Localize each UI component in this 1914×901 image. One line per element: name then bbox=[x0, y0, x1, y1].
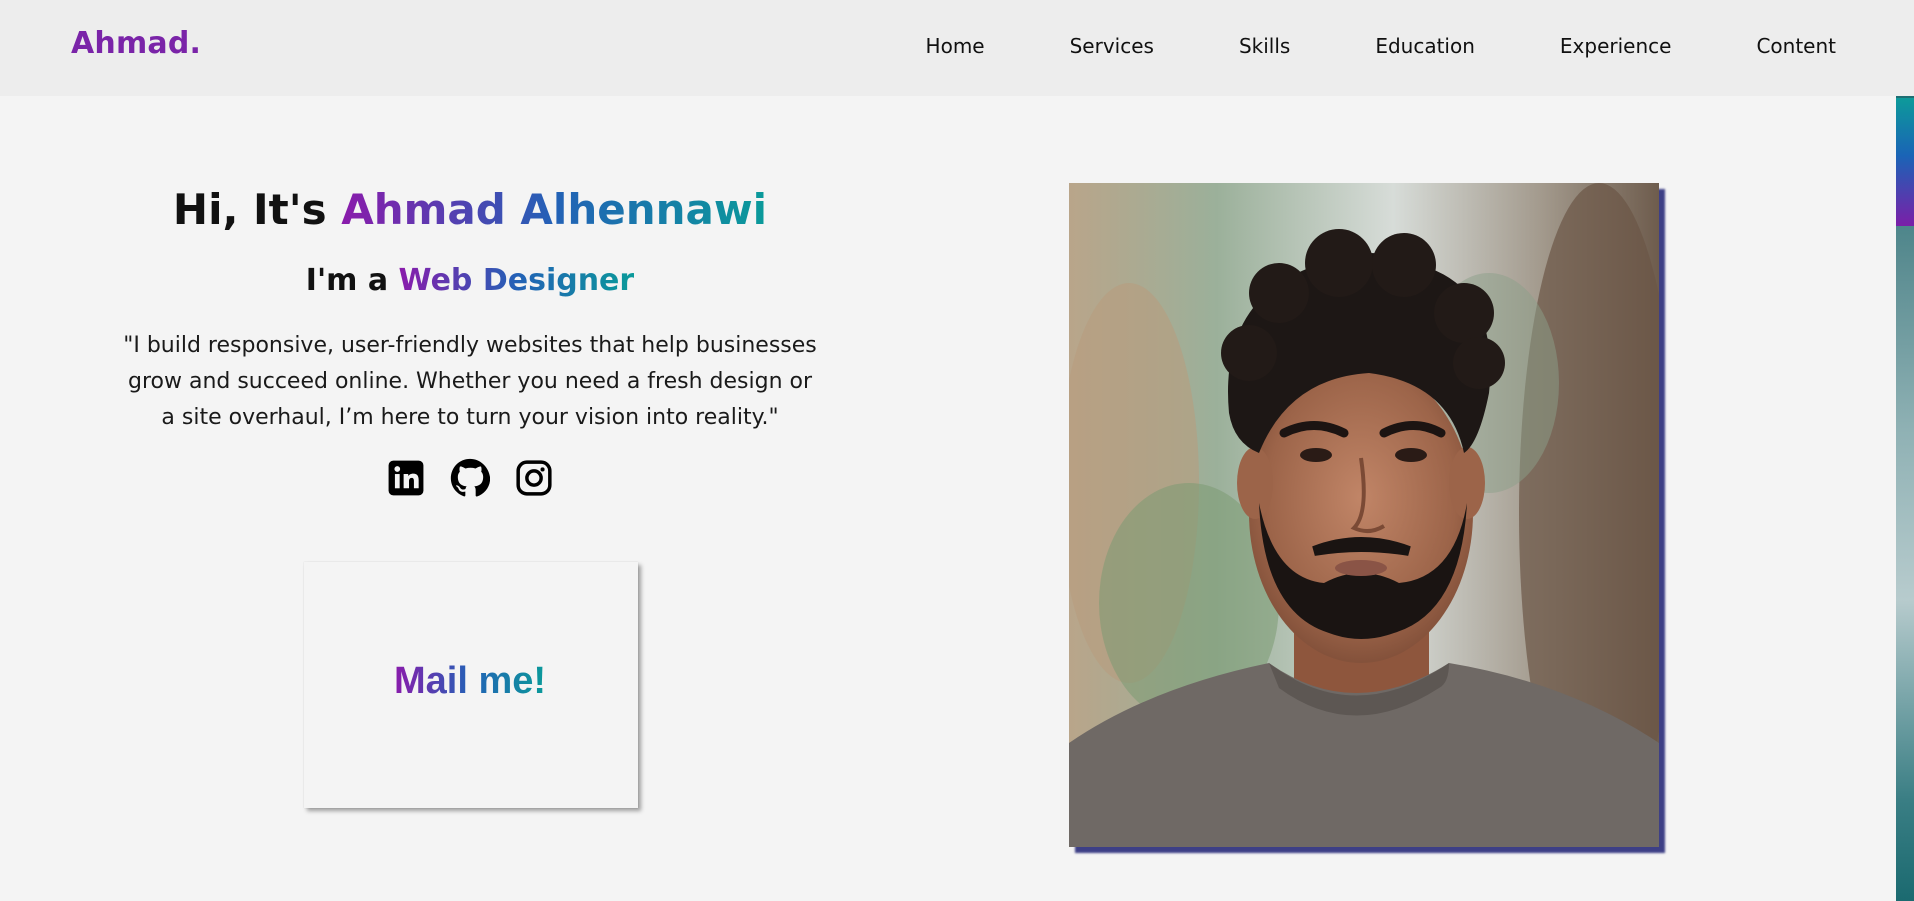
portrait-illustration bbox=[1069, 183, 1659, 847]
profile-photo bbox=[1069, 183, 1659, 847]
github-icon[interactable] bbox=[450, 458, 490, 498]
nav-home-link[interactable]: Home bbox=[926, 30, 985, 62]
social-links bbox=[100, 458, 840, 498]
hero-subheading: I'm a Web Designer bbox=[100, 256, 840, 306]
role-title: Web Designer bbox=[398, 263, 635, 298]
nav-education-link[interactable]: Education bbox=[1375, 30, 1475, 62]
role-prefix: I'm a bbox=[305, 263, 399, 298]
nav-content-link[interactable]: Content bbox=[1756, 30, 1836, 62]
page-scrollbar-track[interactable] bbox=[1896, 0, 1914, 901]
hero-intro: Hi, It's Ahmad Alhennawi I'm a Web Desig… bbox=[100, 178, 840, 498]
instagram-icon[interactable] bbox=[514, 458, 554, 498]
nav-services-link[interactable]: Services bbox=[1070, 30, 1154, 62]
hero-name: Ahmad Alhennawi bbox=[341, 185, 768, 234]
mail-me-label: Mail me! bbox=[394, 660, 547, 702]
intro-paragraph: "I build responsive, user-friendly websi… bbox=[123, 333, 817, 430]
nav-skills-link[interactable]: Skills bbox=[1239, 30, 1290, 62]
nav-experience-link[interactable]: Experience bbox=[1560, 30, 1672, 62]
hero-headline: Hi, It's Ahmad Alhennawi bbox=[100, 178, 840, 242]
site-logo[interactable]: Ahmad. bbox=[71, 26, 201, 61]
greeting-text: Hi, It's bbox=[172, 185, 342, 234]
portfolio-page: Ahmad. Home Services Skills Education Ex… bbox=[0, 0, 1914, 901]
linkedin-icon[interactable] bbox=[386, 458, 426, 498]
mail-me-button[interactable]: Mail me! bbox=[304, 562, 638, 808]
page-scrollbar-thumb[interactable] bbox=[1896, 98, 1914, 226]
main-nav: Home Services Skills Education Experienc… bbox=[926, 30, 1836, 62]
top-navigation-bar: Ahmad. Home Services Skills Education Ex… bbox=[0, 0, 1896, 96]
